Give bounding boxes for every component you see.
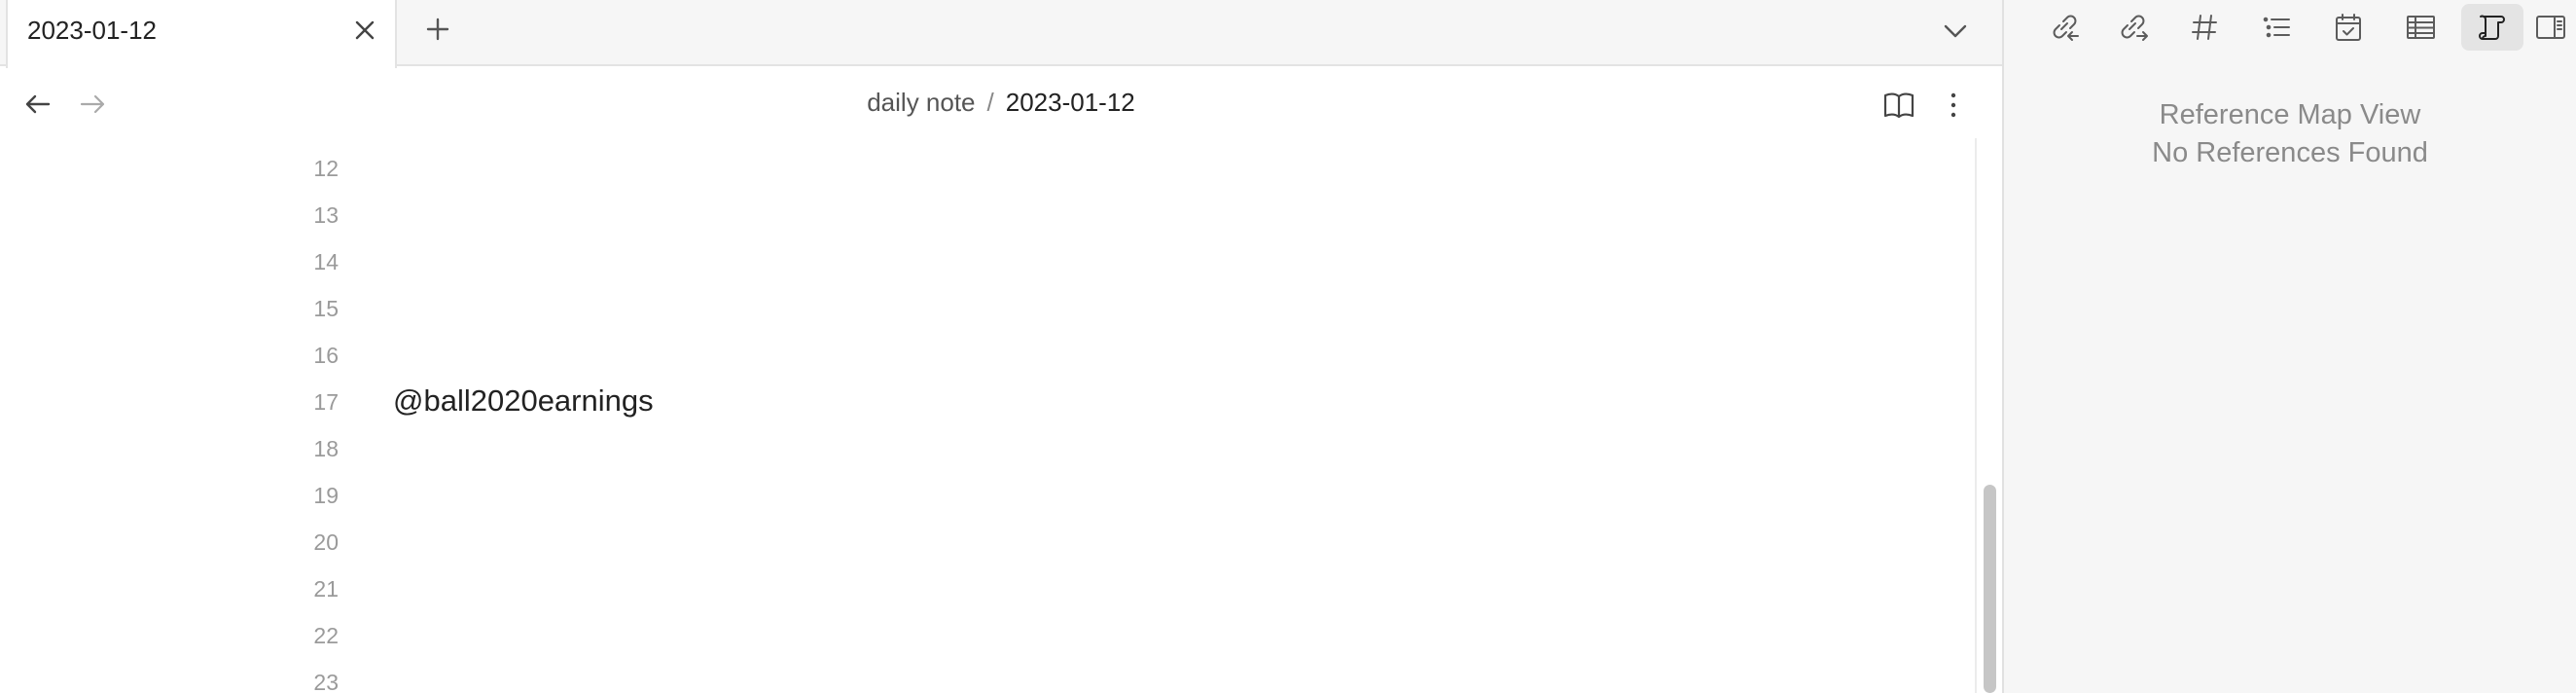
line-number: 20 xyxy=(313,529,339,555)
line-number: 23 xyxy=(313,670,339,693)
breadcrumb-separator: / xyxy=(986,88,994,117)
line-number: 21 xyxy=(313,576,339,602)
editor-line[interactable]: 20 xyxy=(0,518,1975,565)
line-number: 18 xyxy=(313,436,339,461)
breadcrumb-file[interactable]: 2023-01-12 xyxy=(1006,88,1135,117)
editor-line[interactable]: 21 xyxy=(0,565,1975,611)
close-icon[interactable] xyxy=(348,14,381,47)
line-text[interactable]: @ball2020earnings xyxy=(393,383,654,419)
tags-icon[interactable] xyxy=(2173,4,2236,51)
editor-line[interactable]: 14 xyxy=(0,237,1975,284)
editor-line[interactable]: 17 @ball2020earnings xyxy=(0,378,1975,424)
sidebar-tab-bar xyxy=(2004,0,2576,55)
line-number: 17 xyxy=(313,389,339,415)
more-vertical-icon[interactable] xyxy=(1934,86,1973,125)
outgoing-links-icon[interactable] xyxy=(2103,4,2165,51)
line-number: 13 xyxy=(313,202,339,228)
backlinks-icon[interactable] xyxy=(2033,4,2095,51)
line-number: 16 xyxy=(313,343,339,368)
chevron-down-icon[interactable] xyxy=(1936,12,1975,51)
panel-title: Reference Map View xyxy=(2159,99,2421,130)
reference-map-icon[interactable] xyxy=(2461,4,2523,51)
panel-message: No References Found xyxy=(2152,137,2428,168)
view-header: daily note / 2023-01-12 xyxy=(0,68,2002,138)
tab-2023-01-12[interactable]: 2023-01-12 xyxy=(6,0,397,68)
toggle-sidebar-icon[interactable] xyxy=(2531,4,2570,51)
outline-icon[interactable] xyxy=(2245,4,2308,51)
editor-line[interactable]: 23 xyxy=(0,658,1975,693)
editor-line[interactable]: 18 xyxy=(0,424,1975,471)
editor-line[interactable]: 22 xyxy=(0,611,1975,658)
new-tab-plus-icon[interactable] xyxy=(416,8,459,51)
app-window: 2023-01-12 daily note / 2023-01-12 12 13 1… xyxy=(0,0,2576,693)
line-number: 22 xyxy=(313,623,339,648)
line-number: 15 xyxy=(313,296,339,321)
right-sidebar: Reference Map View No References Found xyxy=(2004,0,2576,693)
breadcrumb-folder[interactable]: daily note xyxy=(867,88,975,117)
editor-line[interactable]: 19 xyxy=(0,471,1975,518)
tab-title: 2023-01-12 xyxy=(27,16,157,45)
line-number: 19 xyxy=(313,483,339,508)
editor-line[interactable]: 12 xyxy=(0,144,1975,191)
editor-content[interactable]: 12 13 14 15 16 17 @ball2020earnings 18 1… xyxy=(0,138,1975,693)
editor-line[interactable]: 13 xyxy=(0,191,1975,237)
editor-line[interactable]: 15 xyxy=(0,284,1975,331)
scrollbar-thumb[interactable] xyxy=(1984,485,1996,693)
editor-line[interactable]: 16 xyxy=(0,331,1975,378)
editor-pane: 2023-01-12 daily note / 2023-01-12 12 13 1… xyxy=(0,0,2002,693)
breadcrumb: daily note / 2023-01-12 xyxy=(0,88,2002,118)
table-icon[interactable] xyxy=(2389,4,2451,51)
book-open-icon[interactable] xyxy=(1879,86,1918,125)
tab-bar: 2023-01-12 xyxy=(0,0,2002,68)
line-number: 12 xyxy=(313,156,339,181)
line-number: 14 xyxy=(313,249,339,274)
calendar-icon[interactable] xyxy=(2317,4,2379,51)
